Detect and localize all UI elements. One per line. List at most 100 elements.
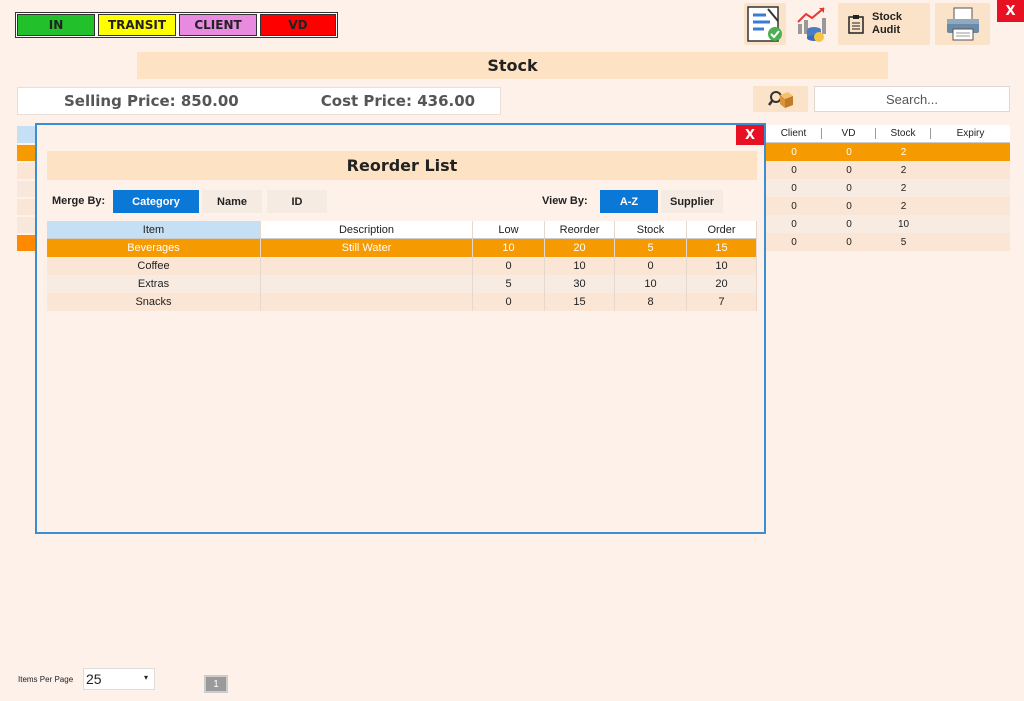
cell: 0 [615,257,687,275]
merge-by-label: Merge By: [52,195,106,207]
print-button[interactable] [935,3,990,45]
page-button-1[interactable]: 1 [204,675,228,693]
col-expiry[interactable]: Expiry [931,128,1010,139]
cell: 2 [900,182,907,194]
stock-report-button[interactable] [791,3,833,45]
bg-table-header-edge [17,126,35,143]
reorder-table: Item Description Low Reorder Stock Order… [47,221,757,311]
chevron-down-icon: ▾ [143,673,148,682]
clipboard-icon [848,15,864,34]
col-stock[interactable]: Stock [876,128,931,139]
printer-icon [946,7,979,41]
table-header: Item Description Low Reorder Stock Order [47,221,757,239]
selling-price: Selling Price: 850.00 [64,92,239,110]
view-by-label: View By: [542,195,588,207]
cell [261,275,473,293]
database-chart-icon [797,7,826,42]
bg-table-row-edge [17,199,35,215]
cell: 0 [846,164,852,176]
close-window-button[interactable]: X [997,0,1024,22]
cell: 0 [846,218,852,230]
items-per-page-value: 25 [86,671,102,687]
col-low[interactable]: Low [473,221,545,238]
cell: 2 [900,200,907,212]
stock-check-button[interactable] [744,3,786,45]
cell: 0 [791,146,797,158]
cell: 10 [687,257,757,275]
merge-name-button[interactable]: Name [202,190,262,213]
cell: 0 [791,164,797,176]
lookup-button[interactable] [753,86,808,112]
page-title: Stock [487,56,538,75]
cell: 5 [473,275,545,293]
close-dialog-button[interactable]: X [736,125,764,145]
col-item[interactable]: Item [47,221,261,238]
dialog-title-bar: Reorder List [47,151,757,180]
cell [261,257,473,275]
table-row[interactable]: Snacks 0 15 8 7 [47,293,757,311]
cell: 0 [846,236,852,248]
cell: 7 [687,293,757,311]
stock-audit-label: Stock Audit [872,11,902,36]
table-row[interactable]: Extras 5 30 10 20 [47,275,757,293]
cell: 30 [545,275,615,293]
legend-transit[interactable]: TRANSIT [98,14,176,36]
cell: 10 [897,218,910,230]
view-supplier-button[interactable]: Supplier [661,190,723,213]
legend-client[interactable]: CLIENT [179,14,257,36]
col-description[interactable]: Description [261,221,473,238]
cell: 15 [687,239,757,257]
status-legend: IN TRANSIT CLIENT VD [15,12,338,38]
cell: 0 [791,236,797,248]
dialog-title: Reorder List [346,156,458,175]
merge-category-button[interactable]: Category [113,190,199,213]
table-row[interactable]: 0 0 2 [766,161,1010,179]
merge-id-button[interactable]: ID [267,190,327,213]
cell: 2 [900,164,907,176]
bg-table-row-edge [17,217,35,233]
col-client[interactable]: Client [766,128,822,139]
legend-in[interactable]: IN [17,14,95,36]
cell: 0 [846,182,852,194]
bg-table-row-edge [17,235,35,251]
search-input[interactable]: Search... [814,86,1010,112]
view-az-button[interactable]: A-Z [600,190,658,213]
cell: 2 [900,146,907,158]
cell: Snacks [47,293,261,311]
table-row[interactable]: Beverages Still Water 10 20 5 15 [47,239,757,257]
col-reorder[interactable]: Reorder [545,221,615,238]
cell: 8 [615,293,687,311]
bg-table-row-edge [17,181,35,197]
table-row[interactable]: 0 0 2 [766,179,1010,197]
table-row[interactable]: 0 0 2 [766,143,1010,161]
table-header: Client VD Stock Expiry [766,125,1010,143]
cell: Coffee [47,257,261,275]
cell [261,293,473,311]
legend-vd[interactable]: VD [260,14,336,36]
stock-title-bar: Stock [137,52,888,79]
stock-check-icon [747,6,782,42]
table-row[interactable]: 0 0 2 [766,197,1010,215]
table-row[interactable]: Coffee 0 10 0 10 [47,257,757,275]
table-row[interactable]: 0 0 10 [766,215,1010,233]
price-summary: Selling Price: 850.00 Cost Price: 436.00 [17,87,501,115]
cell: 5 [900,236,907,248]
cell: 0 [846,146,852,158]
cell: 0 [791,200,797,212]
col-order[interactable]: Order [687,221,757,238]
bg-table-row-edge [17,145,35,161]
cell: 10 [473,239,545,257]
col-vd[interactable]: VD [822,128,876,139]
cell: 0 [791,218,797,230]
cell: 10 [615,275,687,293]
cell: 10 [545,257,615,275]
cost-price: Cost Price: 436.00 [320,92,476,110]
cell: Still Water [261,239,473,257]
cell: 0 [791,182,797,194]
box-search-icon [767,91,793,108]
table-row[interactable]: 0 0 5 [766,233,1010,251]
col-stock[interactable]: Stock [615,221,687,238]
stock-audit-button[interactable]: Stock Audit [838,3,930,45]
reorder-list-dialog: X Reorder List Merge By: Category Name I… [35,123,766,534]
items-per-page-select[interactable]: 25 ▾ [83,668,155,690]
